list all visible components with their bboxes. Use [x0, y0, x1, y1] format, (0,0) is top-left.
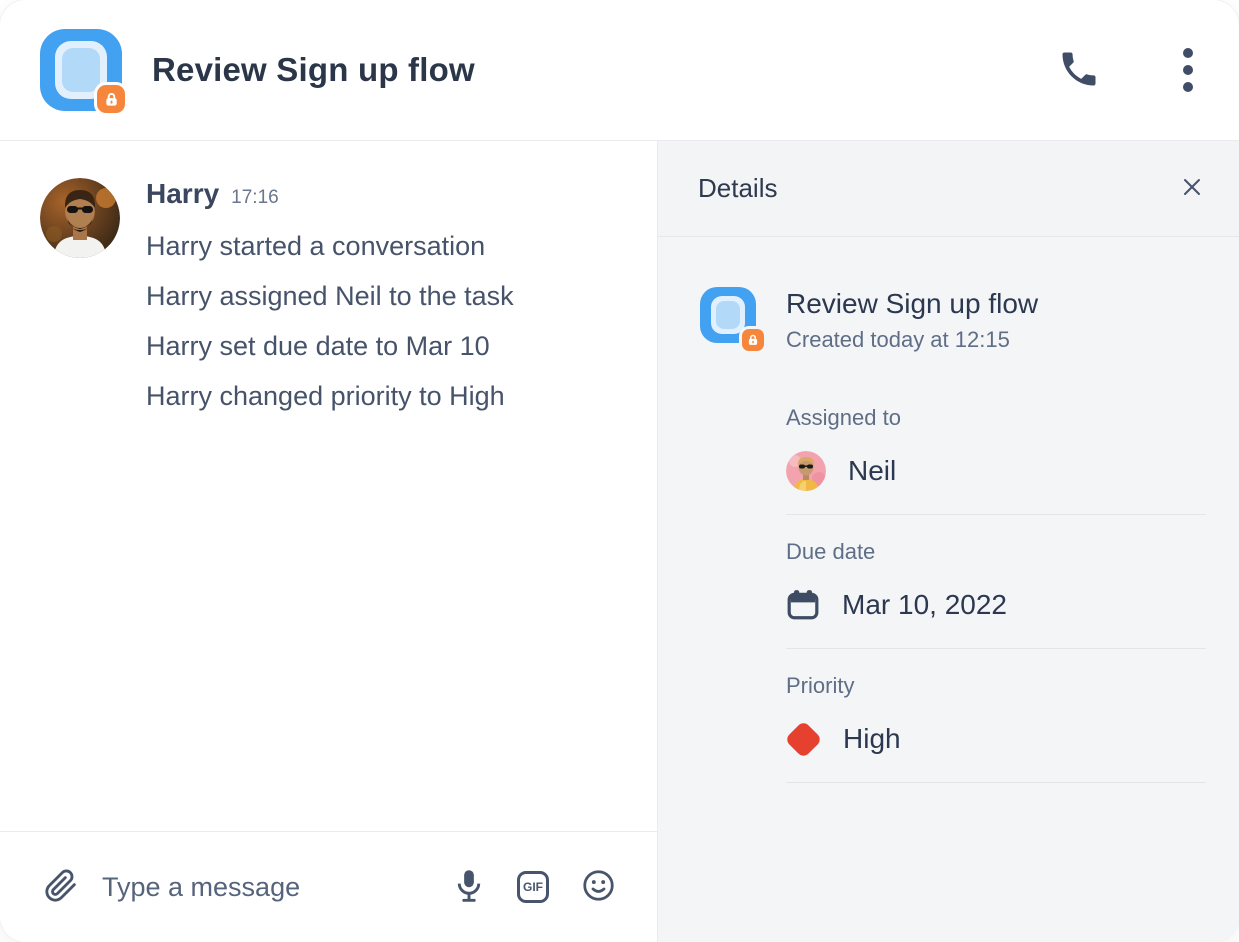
window-header: Review Sign up flow: [0, 0, 1239, 141]
voice-message-button[interactable]: [454, 869, 484, 906]
field-due-date: Due date Mar 10, 2022: [786, 515, 1207, 649]
message-input[interactable]: [102, 872, 454, 903]
details-panel: Details: [658, 141, 1239, 942]
header-actions: [1057, 47, 1239, 94]
priority-row[interactable]: High: [786, 717, 1207, 761]
call-button[interactable]: [1057, 47, 1101, 94]
assignee-name: Neil: [848, 455, 896, 487]
due-date-value: Mar 10, 2022: [842, 589, 1007, 621]
message-time: 17:16: [231, 187, 279, 209]
field-label: Priority: [786, 673, 1207, 699]
divider: [786, 782, 1206, 783]
close-icon: [1181, 176, 1203, 201]
kebab-menu-icon: [1183, 48, 1193, 58]
message-line: Harry set due date to Mar 10: [146, 321, 514, 371]
task-fields: Assigned to: [786, 381, 1207, 783]
main-split: Harry 17:16 Harry started a conversation…: [0, 141, 1239, 942]
message-line: Harry assigned Neil to the task: [146, 271, 514, 321]
task-app-icon: [40, 29, 122, 111]
emoji-icon: [582, 869, 615, 905]
phone-icon: [1057, 47, 1101, 94]
chat-pane: Harry 17:16 Harry started a conversation…: [0, 141, 658, 942]
message-list[interactable]: Harry 17:16 Harry started a conversation…: [0, 141, 657, 831]
lock-badge-icon: [97, 85, 125, 113]
chat-window: Review Sign up flow: [0, 0, 1239, 942]
message-author: Harry: [146, 178, 219, 210]
field-assigned-to: Assigned to: [786, 381, 1207, 515]
task-app-icon-small: [700, 287, 756, 343]
gif-icon: GIF: [517, 871, 549, 903]
message-content: Harry 17:16 Harry started a conversation…: [146, 178, 514, 421]
kebab-menu-button[interactable]: [1183, 48, 1193, 92]
message-line: Harry changed priority to High: [146, 371, 514, 421]
lock-badge-icon: [742, 329, 764, 351]
close-details-button[interactable]: [1181, 176, 1203, 201]
task-title: Review Sign up flow: [786, 287, 1038, 321]
emoji-button[interactable]: [582, 869, 615, 905]
task-created-timestamp: Created today at 12:15: [786, 327, 1038, 353]
details-panel-title: Details: [698, 173, 777, 204]
avatar-neil: [786, 451, 826, 491]
page-title: Review Sign up flow: [152, 51, 475, 89]
field-priority: Priority High: [786, 649, 1207, 783]
avatar-harry: [40, 178, 120, 258]
gif-button[interactable]: GIF: [517, 871, 549, 903]
microphone-icon: [454, 869, 484, 906]
message-line: Harry started a conversation: [146, 221, 514, 271]
field-label: Assigned to: [786, 405, 1207, 431]
priority-value: High: [843, 723, 901, 755]
field-label: Due date: [786, 539, 1207, 565]
details-panel-header: Details: [658, 141, 1239, 237]
due-date-row[interactable]: Mar 10, 2022: [786, 583, 1207, 627]
assignee-row[interactable]: Neil: [786, 449, 1207, 493]
attach-button[interactable]: [44, 869, 78, 906]
task-header: Review Sign up flow Created today at 12:…: [700, 287, 1207, 353]
paperclip-icon: [44, 869, 78, 906]
message-composer: GIF: [0, 831, 657, 942]
calendar-icon: [786, 588, 820, 622]
priority-high-diamond-icon: [784, 720, 822, 758]
message-group: Harry 17:16 Harry started a conversation…: [40, 178, 627, 421]
details-panel-body: Review Sign up flow Created today at 12:…: [658, 237, 1239, 942]
